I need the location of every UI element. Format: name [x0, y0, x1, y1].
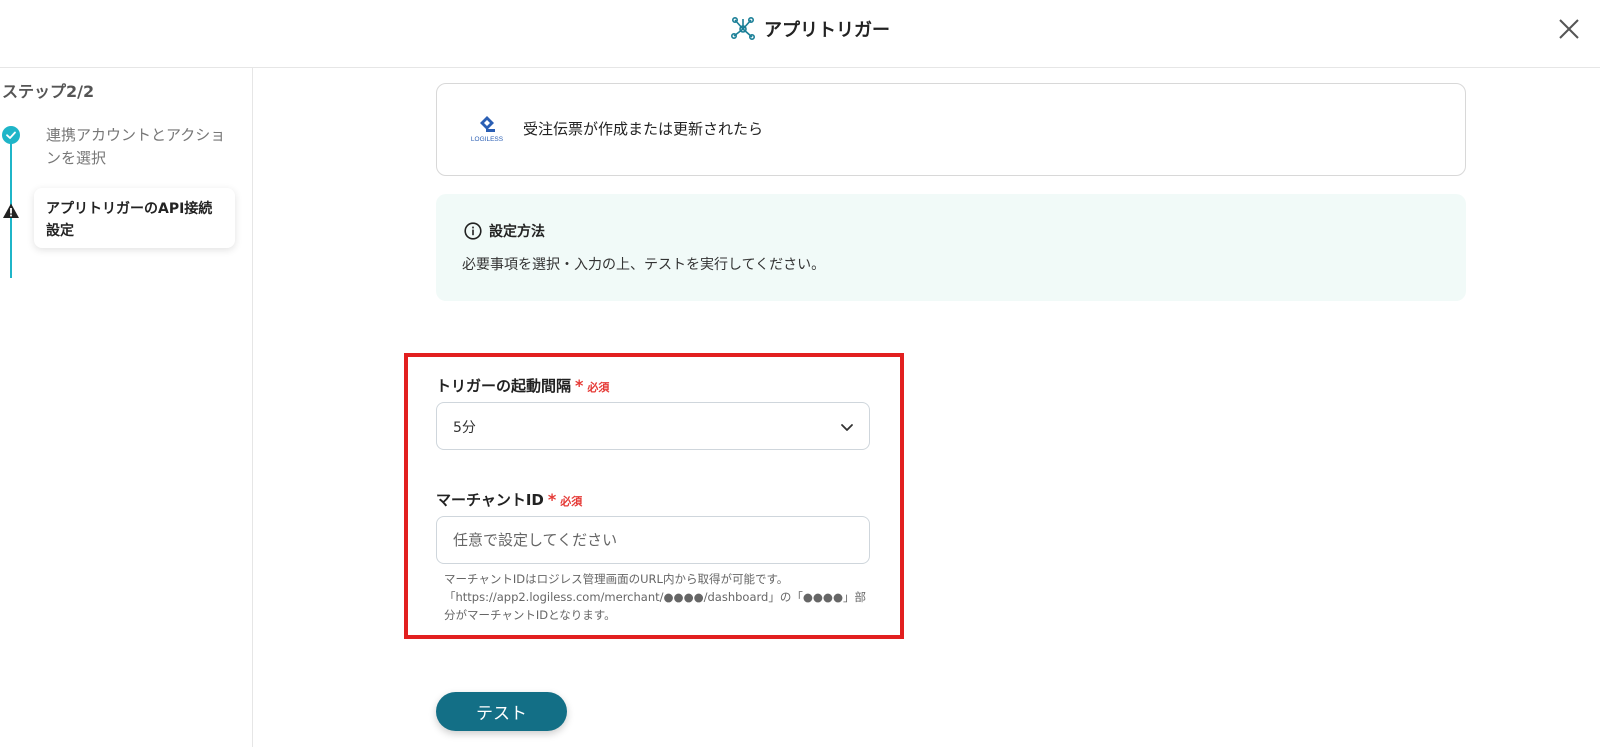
interval-select[interactable]: 5分 [436, 402, 870, 450]
sidebar-step-2[interactable]: アプリトリガーのAPI接続設定 [34, 188, 235, 248]
header-title: アプリトリガー [730, 14, 890, 44]
chevron-down-icon [841, 424, 853, 431]
instructions-text: 必要事項を選択・入力の上、テストを実行してください。 [462, 257, 826, 273]
step-sidebar: ステップ2/2 連携アカウントとアクションを選択 アプリトリガーのAPI接続設定 [0, 68, 253, 747]
merchant-help-text: マーチャントIDはロジレス管理画面のURL内から取得が可能です。「https:/… [444, 572, 866, 622]
step-counter: ステップ2/2 [2, 82, 95, 101]
instructions-box: 設定方法 必要事項を選択・入力の上、テストを実行してください。 [436, 194, 1466, 301]
interval-label: トリガーの起動間隔 [436, 377, 572, 395]
merchant-label-row: マーチャントID * 必須 [436, 489, 582, 510]
required-badge: 必須 [560, 495, 583, 508]
required-star: * [547, 490, 557, 509]
required-badge: 必須 [587, 381, 610, 394]
test-button[interactable]: テスト [436, 692, 567, 731]
modal-header: アプリトリガー [0, 0, 1600, 68]
logiless-logo-icon [480, 116, 495, 132]
warning-triangle-icon [3, 203, 19, 218]
logiless-logo-text: LOGILESS [470, 136, 504, 143]
interval-selected-value: 5分 [453, 420, 476, 436]
interval-label-row: トリガーの起動間隔 * 必須 [436, 375, 609, 396]
info-icon [464, 222, 482, 240]
sidebar-step-1[interactable]: 連携アカウントとアクションを選択 [46, 124, 226, 170]
network-nodes-icon [730, 16, 755, 40]
logiless-logo: LOGILESS [467, 114, 507, 150]
trigger-action-text: 受注伝票が作成または更新されたら [523, 120, 764, 138]
merchant-id-input[interactable] [436, 516, 870, 564]
sidebar-step-2-label: アプリトリガーのAPI接続設定 [46, 201, 213, 239]
required-star: * [575, 376, 584, 395]
merchant-label: マーチャントID [436, 491, 544, 509]
close-icon[interactable] [1554, 14, 1584, 44]
check-circle-icon [2, 126, 20, 144]
app-trigger-card: LOGILESS 受注伝票が作成または更新されたら [436, 83, 1466, 176]
header-title-text: アプリトリガー [764, 20, 890, 41]
instructions-title: 設定方法 [489, 224, 545, 240]
